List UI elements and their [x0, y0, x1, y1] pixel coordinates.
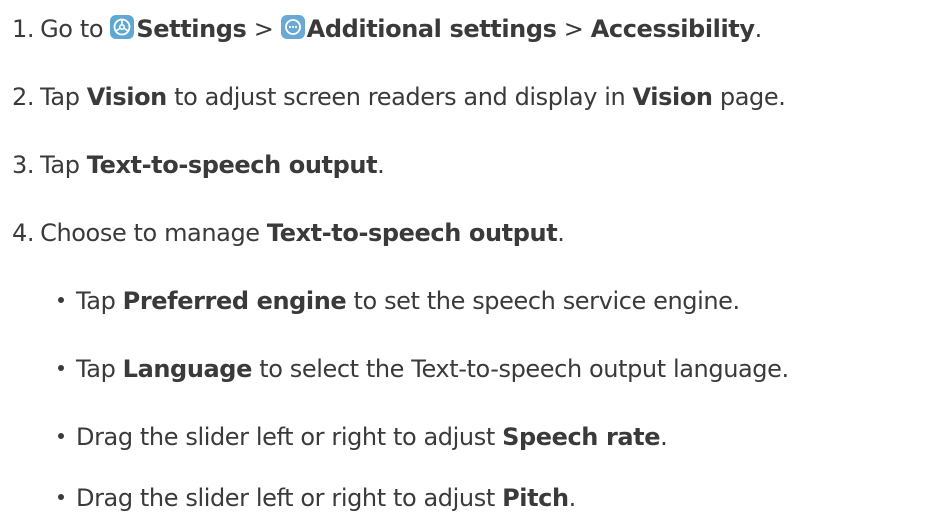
- pitch-label: Pitch: [502, 484, 569, 512]
- step-text: Choose to manage: [40, 219, 260, 247]
- bullet-pitch: Drag the slider left or right to adjust …: [54, 483, 576, 513]
- separator: >: [253, 15, 274, 43]
- period: .: [754, 15, 763, 43]
- step-1: 1. Go to Settings > Additional settings >…: [12, 14, 762, 44]
- step-text: to adjust screen readers and display in: [174, 83, 626, 111]
- additional-settings-label: Additional settings: [306, 15, 557, 43]
- language-label: Language: [122, 355, 253, 383]
- step-3: 3. Tap Text-to-speech output.: [12, 150, 385, 180]
- bullet-text: to set the speech service engine.: [353, 287, 741, 315]
- step-number: 1.: [12, 15, 35, 43]
- bullet-dot: [58, 365, 64, 371]
- step-text: Tap: [40, 151, 80, 179]
- vision-page-label: Vision: [632, 83, 713, 111]
- bullet-preferred-engine: Tap Preferred engine to set the speech s…: [54, 286, 740, 316]
- bullet-text: Tap: [76, 287, 116, 315]
- step-text: Tap: [40, 83, 80, 111]
- bullet-dot: [58, 297, 64, 303]
- period: .: [660, 423, 668, 451]
- bullet-dot: [58, 494, 64, 500]
- step-number: 3.: [12, 151, 35, 179]
- settings-gear-icon: [110, 15, 135, 39]
- instruction-document: 1. Go to Settings > Additional settings >…: [0, 0, 949, 516]
- period: .: [557, 219, 565, 247]
- bullet-language: Tap Language to select the Text-to-speec…: [54, 354, 789, 384]
- preferred-engine-label: Preferred engine: [122, 287, 347, 315]
- step-text: Go to: [40, 15, 104, 43]
- bullet-text: to select the Text-to-speech output lang…: [259, 355, 789, 383]
- step-4: 4. Choose to manage Text-to-speech output…: [12, 218, 565, 248]
- bullet-dot: [58, 433, 64, 439]
- more-dots-icon: [280, 15, 305, 39]
- text-to-speech-output-label: Text-to-speech output: [86, 151, 378, 179]
- bullet-text: Drag the slider left or right to adjust: [76, 484, 495, 512]
- period: .: [377, 151, 385, 179]
- separator: >: [563, 15, 584, 43]
- bullet-text: Tap: [76, 355, 116, 383]
- step-number: 4.: [12, 219, 35, 247]
- step-number: 2.: [12, 83, 35, 111]
- accessibility-label: Accessibility: [590, 15, 755, 43]
- vision-label: Vision: [86, 83, 167, 111]
- settings-label: Settings: [136, 15, 247, 43]
- speech-rate-label: Speech rate: [502, 423, 661, 451]
- bullet-speech-rate: Drag the slider left or right to adjust …: [54, 422, 668, 452]
- step-text: page.: [719, 83, 786, 111]
- period: .: [568, 484, 577, 512]
- step-2: 2. Tap Vision to adjust screen readers an…: [12, 82, 786, 112]
- text-to-speech-output-label: Text-to-speech output: [266, 219, 558, 247]
- bullet-text: Drag the slider left or right to adjust: [76, 423, 495, 451]
